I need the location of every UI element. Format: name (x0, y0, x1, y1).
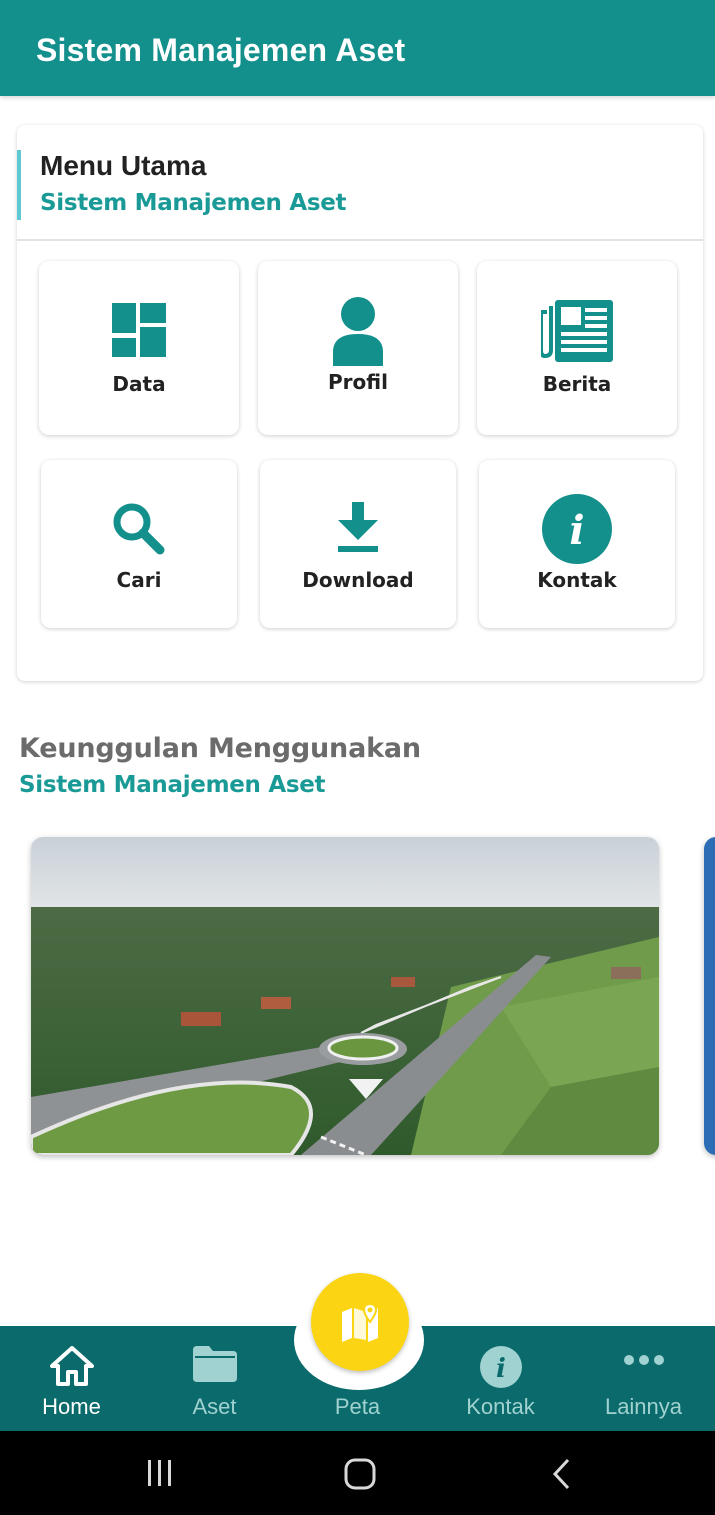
home-icon (49, 1346, 94, 1386)
menu-tile-label: Download (302, 568, 414, 592)
menu-subtitle: Sistem Manajemen Aset (40, 190, 347, 216)
menu-tile-download[interactable]: Download (260, 460, 456, 628)
nav-item-lainnya[interactable]: Lainnya (572, 1326, 715, 1431)
nav-label: Peta (334, 1394, 381, 1419)
app-title: Sistem Manajemen Aset (36, 32, 406, 68)
aerial-roundabout-photo (31, 837, 659, 1155)
recents-icon[interactable] (145, 1458, 175, 1488)
download-icon (338, 502, 378, 552)
advantages-subtitle: Sistem Manajemen Aset (19, 772, 326, 798)
back-icon[interactable] (551, 1458, 573, 1490)
svg-text:i: i (496, 1354, 506, 1384)
menu-tile-label: Cari (116, 568, 162, 592)
menu-tile-label: Kontak (537, 568, 617, 592)
system-navigation-bar (0, 1431, 715, 1515)
advantages-title: Keunggulan Menggunakan (19, 733, 421, 764)
newspaper-icon (541, 300, 613, 362)
menu-tile-data[interactable]: Data (39, 261, 239, 435)
map-icon (342, 1302, 378, 1342)
main-menu-card: Menu Utama Sistem Manajemen Aset Data Pr… (17, 125, 703, 681)
search-icon (113, 503, 165, 555)
map-fab-button[interactable] (311, 1273, 409, 1371)
menu-tile-kontak[interactable]: i Kontak (479, 460, 675, 628)
app-bar: Sistem Manajemen Aset (0, 0, 715, 96)
nav-item-kontak[interactable]: i Kontak (429, 1326, 572, 1431)
menu-title: Menu Utama (40, 150, 207, 181)
menu-tile-label: Profil (328, 370, 388, 394)
menu-header: Menu Utama Sistem Manajemen Aset (17, 150, 703, 245)
folder-icon (192, 1346, 237, 1382)
advantage-slide-next[interactable] (704, 837, 715, 1155)
menu-tile-label: Berita (542, 372, 612, 396)
menu-tile-label: Data (112, 372, 166, 396)
grid-icon (112, 303, 166, 357)
menu-divider (17, 239, 703, 241)
home-button-icon[interactable] (343, 1458, 377, 1490)
nav-item-aset[interactable]: Aset (143, 1326, 286, 1431)
advantage-slide-photo[interactable] (31, 837, 659, 1155)
menu-header-accent-bar (17, 150, 21, 220)
person-icon (333, 297, 383, 366)
nav-label: Lainnya (604, 1394, 683, 1419)
nav-label: Kontak (466, 1394, 535, 1419)
nav-item-home[interactable]: Home (0, 1326, 143, 1431)
menu-tile-cari[interactable]: Cari (41, 460, 237, 628)
info-icon: i (479, 1346, 522, 1388)
nav-label: Home (42, 1394, 101, 1419)
more-icon (623, 1355, 664, 1365)
nav-label: Aset (192, 1394, 237, 1419)
svg-text:i: i (569, 507, 584, 554)
menu-tile-profil[interactable]: Profil (258, 261, 458, 435)
info-icon: i (542, 494, 612, 564)
menu-tile-berita[interactable]: Berita (477, 261, 677, 435)
